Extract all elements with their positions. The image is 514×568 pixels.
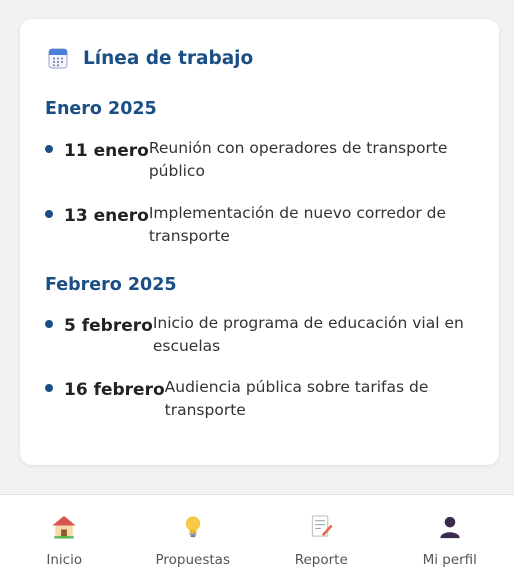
nav-label: Reporte [294,552,348,568]
timeline-event: 13 enero Implementación de nuevo corredo… [45,202,471,248]
nav-item-reporte[interactable]: Reporte [257,495,386,568]
bullet-dot [45,384,53,392]
event-date: 13 enero [64,206,149,226]
nav-item-mi-perfil[interactable]: Mi perfil [386,495,514,568]
bullet-dot [45,145,53,153]
bullet-dot [45,210,53,218]
card-title: Línea de trabajo [83,47,254,69]
nav-item-propuestas[interactable]: Propuestas [129,495,258,568]
month-heading: Enero 2025 [45,99,157,119]
nav-label: Inicio [46,552,83,568]
nav-label: Propuestas [155,552,230,568]
bullet-dot [45,320,53,328]
timeline-event: 5 febrero Inicio de programa de educació… [45,312,471,358]
event-text: Reunión con operadores de transporte púb… [148,139,448,180]
lightbulb-icon [185,516,200,538]
memo-icon [312,515,333,538]
user-icon [440,516,460,539]
event-date: 5 febrero [64,316,153,336]
timeline-card: Línea de trabajo Enero 2025 11 enero Reu… [20,19,499,465]
event-date: 16 febrero [64,380,165,400]
card-header: Línea de trabajo [48,47,253,69]
event-text: Audiencia pública sobre tarifas de trans… [164,378,429,419]
event-date: 11 enero [64,141,149,161]
event-text: Inicio de programa de educación vial en … [152,314,464,355]
bottom-nav: Inicio Propuestas Reporte Mi perfil [0,494,514,568]
nav-item-inicio[interactable]: Inicio [0,495,129,568]
timeline-event: 16 febrero Audiencia pública sobre tarif… [45,376,471,422]
calendar-icon [48,48,68,69]
month-heading: Febrero 2025 [45,275,177,295]
house-icon [52,515,76,539]
timeline-event: 11 enero Reunión con operadores de trans… [45,137,471,183]
nav-label: Mi perfil [422,552,477,568]
event-text: Implementación de nuevo corredor de tran… [148,204,446,245]
